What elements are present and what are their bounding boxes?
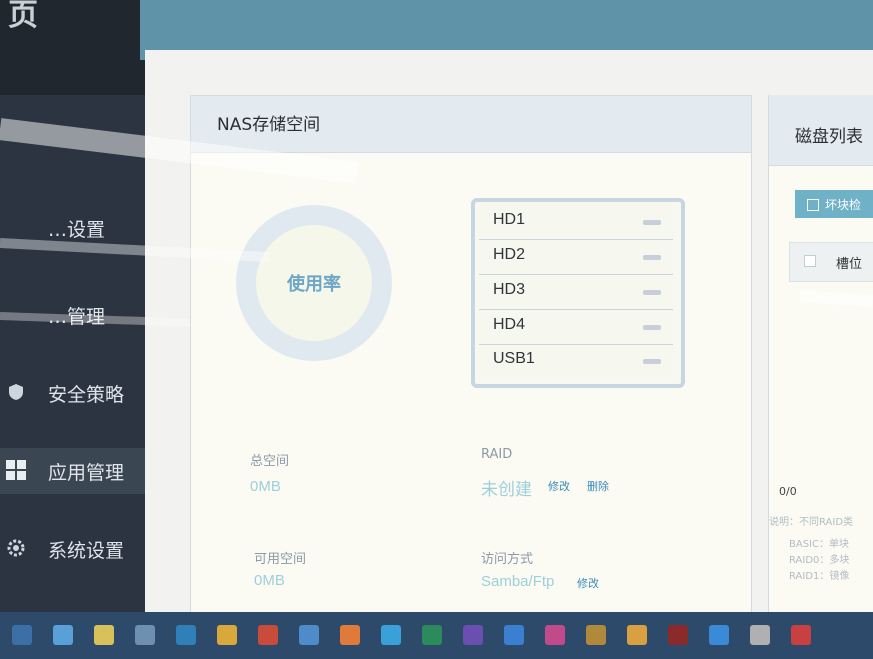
raid-label: RAID: [481, 447, 513, 462]
sidebar-item-management[interactable]: …管理: [0, 292, 168, 338]
disk-name: HD2: [493, 246, 526, 263]
raid-note: 说明：不同RAID类: [769, 517, 854, 528]
folder-icon[interactable]: [94, 625, 114, 645]
start-icon[interactable]: [12, 625, 32, 645]
disk-indicator: [643, 325, 661, 330]
sidebar-item-label: 系统设置: [48, 540, 125, 562]
sidebar-item-system[interactable]: 系统设置: [0, 526, 168, 572]
total-space-value: 0MB: [250, 478, 281, 495]
app-icon[interactable]: [791, 625, 811, 645]
panel-header: NAS存储空间: [191, 96, 751, 153]
sidebar-item-label: 应用管理: [48, 462, 125, 484]
disk-row-hd1[interactable]: HD1: [479, 206, 673, 240]
disk-row-hd4[interactable]: HD4: [479, 311, 673, 345]
sidebar-item-settings[interactable]: …设置: [0, 205, 168, 251]
access-edit-link[interactable]: 修改: [577, 575, 599, 591]
panel-header: 磁盘列表: [769, 95, 873, 166]
disk-indicator: [643, 359, 661, 364]
check-icon: [807, 199, 819, 211]
disk-indicator: [643, 220, 661, 225]
sidebar-item-label: …管理: [48, 306, 106, 328]
available-space-label: 可用空间: [254, 552, 307, 567]
total-space-label: 总空间: [250, 454, 290, 469]
disk-slot-list: HD1 HD2 HD3 HD4 USB1: [471, 198, 685, 388]
access-method-value: Samba/Ftp: [481, 573, 555, 590]
app-icon[interactable]: [586, 625, 606, 645]
disk-list-panel: 磁盘列表 坏块检 槽位 0/0 说明：不同RAID类 BASIC：单块 RAID…: [768, 95, 873, 615]
app-icon[interactable]: [381, 625, 401, 645]
media-icon[interactable]: [299, 625, 319, 645]
sidebar-item-label: …设置: [48, 219, 106, 241]
pagination-info: 0/0: [779, 485, 797, 498]
app-icon[interactable]: [340, 625, 360, 645]
gear-icon: [6, 538, 26, 558]
sidebar-item-security[interactable]: 安全策略: [0, 370, 168, 416]
access-method-label: 访问方式: [481, 552, 534, 567]
bad-block-check-button[interactable]: 坏块检: [795, 190, 873, 218]
app-icon[interactable]: [504, 625, 524, 645]
app-icon[interactable]: [422, 625, 442, 645]
shield-icon: [6, 382, 26, 402]
settings-icon[interactable]: [258, 625, 278, 645]
sidebar-title: 页: [8, 0, 38, 33]
slot-column-header: 槽位: [836, 257, 863, 272]
select-all-checkbox[interactable]: [804, 255, 816, 267]
table-header: 槽位: [789, 242, 873, 282]
usage-donut-chart: 使用率: [236, 205, 392, 361]
disk-name: HD4: [493, 316, 526, 333]
sidebar: 页 …设置 …管理 安全策略 应用管理 系统设置: [0, 0, 168, 612]
disk-indicator: [643, 290, 661, 295]
app-icon[interactable]: [135, 625, 155, 645]
raid-note: RAID1：镜像: [789, 571, 850, 582]
panel-title: 磁盘列表: [795, 127, 863, 147]
raid-edit-link[interactable]: 修改: [548, 478, 570, 494]
sidebar-item-apps[interactable]: 应用管理: [0, 448, 168, 494]
available-space-value: 0MB: [254, 572, 285, 589]
panel-title: NAS存储空间: [217, 115, 321, 135]
disk-row-usb1[interactable]: USB1: [479, 345, 673, 378]
raid-note: RAID0：多块: [789, 555, 850, 566]
grid-icon: [6, 460, 26, 480]
disk-row-hd2[interactable]: HD2: [479, 241, 673, 275]
chrome-icon[interactable]: [217, 625, 237, 645]
button-label: 坏块检: [825, 198, 862, 212]
app-icon[interactable]: [668, 625, 688, 645]
raid-delete-link[interactable]: 删除: [587, 478, 609, 494]
donut-center: 使用率: [256, 225, 372, 341]
app-icon[interactable]: [545, 625, 565, 645]
ie-icon[interactable]: [53, 625, 73, 645]
raid-note: BASIC：单块: [789, 539, 849, 550]
sidebar-item-label: 安全策略: [48, 384, 125, 406]
raid-value: 未创建: [481, 480, 532, 499]
store-icon[interactable]: [176, 625, 196, 645]
disk-indicator: [643, 255, 661, 260]
disk-name: HD1: [493, 211, 526, 228]
disk-row-hd3[interactable]: HD3: [479, 276, 673, 310]
disk-name: USB1: [493, 350, 535, 367]
app-icon[interactable]: [709, 625, 729, 645]
app-icon[interactable]: [750, 625, 770, 645]
app-icon[interactable]: [627, 625, 647, 645]
disk-name: HD3: [493, 281, 526, 298]
app-icon[interactable]: [463, 625, 483, 645]
usage-label: 使用率: [287, 274, 341, 295]
